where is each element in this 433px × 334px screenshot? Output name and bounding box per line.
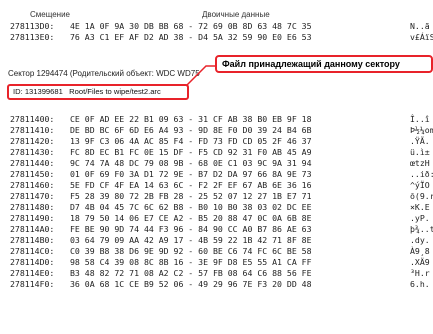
row-ascii: Î..î	[410, 114, 430, 124]
row-offset: 278114A0:	[10, 224, 55, 234]
row-hex: 18 79 50 14 06 E7 CE A2 - B5 20 88 47 0C…	[70, 213, 312, 223]
row-offset: 27811450:	[10, 169, 55, 179]
hex-row: 278114E0: B3 48 82 72 71 08 A2 C2 - 57 F…	[0, 268, 433, 279]
row-ascii: ^ýÏO	[410, 180, 430, 190]
owning-file-callout: Файл принадлежащий данному сектору	[215, 55, 433, 73]
row-offset: 27811480:	[10, 202, 55, 212]
row-ascii: .XÄ9	[410, 257, 430, 267]
row-ascii: õ(9.r	[410, 191, 433, 201]
row-offset: 27811420:	[10, 136, 55, 146]
row-hex: DE BD BC 6F 6D E6 A4 93 - 9D 8E F0 D0 39…	[70, 125, 312, 135]
row-offset: 278114C0:	[10, 246, 55, 256]
row-offset: 278114E0:	[10, 268, 55, 278]
row-hex: FE BE 90 9D 74 44 F3 96 - 84 90 CC A0 B7…	[70, 224, 312, 234]
row-ascii: ..ið:	[410, 169, 433, 179]
row-ascii: 6.h.	[410, 279, 430, 289]
row-ascii: ³H.r	[410, 268, 430, 278]
row-ascii: À9¸8	[410, 246, 430, 256]
hex-row: 27811470: F5 28 39 80 72 2B FB 28 - 25 5…	[0, 191, 433, 202]
row-ascii: .yP.	[410, 213, 430, 223]
hex-row: 278114F0: 36 0A 68 1C CE B9 52 06 - 49 2…	[0, 279, 433, 290]
row-hex: 13 9F C3 06 4A AC 85 F4 - FD 73 FD CD 05…	[70, 136, 312, 146]
row-offset: 27811490:	[10, 213, 55, 223]
hex-row: 27811480: D7 4B 04 45 7C 6C 62 B8 - B0 1…	[0, 202, 433, 213]
row-hex: 03 64 79 09 AA 42 A9 17 - 4B 59 22 1B 42…	[70, 235, 312, 245]
row-ascii: Þ½¼om	[410, 125, 433, 135]
hex-row: 278114B0: 03 64 79 09 AA 42 A9 17 - 4B 5…	[0, 235, 433, 246]
hex-row: 278114C0: C0 39 B8 38 D6 9E 9D 92 - 60 B…	[0, 246, 433, 257]
hex-row: 27811430: FC 8D EC B1 FC 0E 15 DF - F5 C…	[0, 147, 433, 158]
row-hex: 5E FD CF 4F EA 14 63 6C - F2 2F EF 67 AB…	[70, 180, 312, 190]
row-hex: 36 0A 68 1C CE B9 52 06 - 49 29 96 7E F3…	[70, 279, 312, 289]
row-offset: 27811410:	[10, 125, 55, 135]
row-hex: 98 58 C4 39 08 8C 8B 16 - 3E 9F D8 E5 55…	[70, 257, 312, 267]
row-ascii: œtzH	[410, 158, 430, 168]
hex-row: 27811410: DE BD BC 6F 6D E6 A4 93 - 9D 8…	[0, 125, 433, 136]
row-offset: 27811470:	[10, 191, 55, 201]
hex-row: 27811490: 18 79 50 14 06 E7 CE A2 - B5 2…	[0, 213, 433, 224]
hex-row: 27811400: CE 0F AD EE 22 B1 09 63 - 31 C…	[0, 114, 433, 125]
row-hex: FC 8D EC B1 FC 0E 15 DF - F5 CD 92 31 F0…	[70, 147, 312, 157]
row-offset: 278114F0:	[10, 279, 55, 289]
hex-row: 27811460: 5E FD CF 4F EA 14 63 6C - F2 2…	[0, 180, 433, 191]
row-hex: B3 48 82 72 71 08 A2 C2 - 57 FB 08 64 C6…	[70, 268, 312, 278]
row-hex: 9C 74 7A 48 DC 79 08 9B - 68 0E C1 03 9C…	[70, 158, 312, 168]
row-offset: 278114D0:	[10, 257, 55, 267]
row-hex: F5 28 39 80 72 2B FB 28 - 25 52 07 12 27…	[70, 191, 312, 201]
row-ascii: ×K.E	[410, 202, 430, 212]
row-hex: D7 4B 04 45 7C 6C 62 B8 - B0 10 B0 38 03…	[70, 202, 312, 212]
row-ascii: þ¾..t	[410, 224, 433, 234]
row-hex: 01 0F 69 F0 3A D1 72 9E - B7 D2 DA 97 66…	[70, 169, 312, 179]
row-offset: 27811430:	[10, 147, 55, 157]
row-ascii: .ŸÃ.	[410, 136, 430, 146]
row-hex: C0 39 B8 38 D6 9E 9D 92 - 60 BE C6 74 FC…	[70, 246, 312, 256]
row-offset: 27811400:	[10, 114, 55, 124]
hex-row: 278114D0: 98 58 C4 39 08 8C 8B 16 - 3E 9…	[0, 257, 433, 268]
row-hex: CE 0F AD EE 22 B1 09 63 - 31 CF AB 38 B0…	[70, 114, 312, 124]
row-offset: 27811440:	[10, 158, 55, 168]
row-offset: 27811460:	[10, 180, 55, 190]
file-id-label[interactable]: ID: 131399681 Root/Files to wipe/test2.a…	[7, 84, 189, 100]
row-offset: 278114B0:	[10, 235, 55, 245]
hex-row: 278114A0: FE BE 90 9D 74 44 F3 96 - 84 9…	[0, 224, 433, 235]
row-ascii: ü.ì±	[410, 147, 430, 157]
hex-row: 27811450: 01 0F 69 F0 3A D1 72 9E - B7 D…	[0, 169, 433, 180]
hex-row: 27811440: 9C 74 7A 48 DC 79 08 9B - 68 0…	[0, 158, 433, 169]
row-ascii: .dy.	[410, 235, 430, 245]
hex-row: 27811420: 13 9F C3 06 4A AC 85 F4 - FD 7…	[0, 136, 433, 147]
